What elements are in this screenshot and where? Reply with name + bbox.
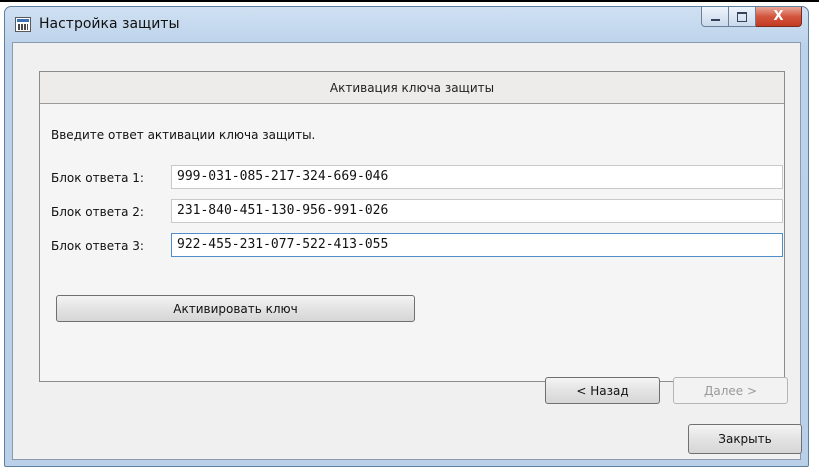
minimize-button[interactable] [701,7,729,27]
activate-key-button[interactable]: Активировать ключ [56,295,415,322]
back-button[interactable]: < Назад [545,377,660,404]
response-block-3-label: Блок ответа 3: [51,239,144,253]
top-divider-line [0,0,819,2]
close-window-button[interactable]: X [756,7,802,27]
response-block-1-input[interactable]: 999-031-085-217-324-669-046 [171,165,783,189]
maximize-button[interactable] [729,7,756,27]
panel-title: Активация ключа защиты [40,72,784,104]
close-button[interactable]: Закрыть [688,424,802,454]
response-block-1-label: Блок ответа 1: [51,171,144,185]
app-icon [15,17,31,32]
instruction-text: Введите ответ активации ключа защиты. [51,128,316,142]
dialog-window: Настройка защиты X Активация ключа защит… [4,6,809,467]
window-controls: X [701,7,802,29]
minimize-icon [710,18,720,21]
response-block-2-label: Блок ответа 2: [51,205,144,219]
maximize-icon [737,11,747,22]
response-block-2-input[interactable]: 231-840-451-130-956-991-026 [171,199,783,223]
dialog-client-area: Активация ключа защиты Введите ответ акт… [12,42,802,460]
activation-panel: Активация ключа защиты Введите ответ акт… [39,71,788,404]
response-block-3-input[interactable]: 922-455-231-077-522-413-055 [171,233,783,257]
close-icon: X [773,9,784,24]
next-button[interactable]: Далее > [673,377,788,404]
window-title: Настройка защиты [39,16,180,32]
title-bar[interactable]: Настройка защиты X [5,7,808,41]
